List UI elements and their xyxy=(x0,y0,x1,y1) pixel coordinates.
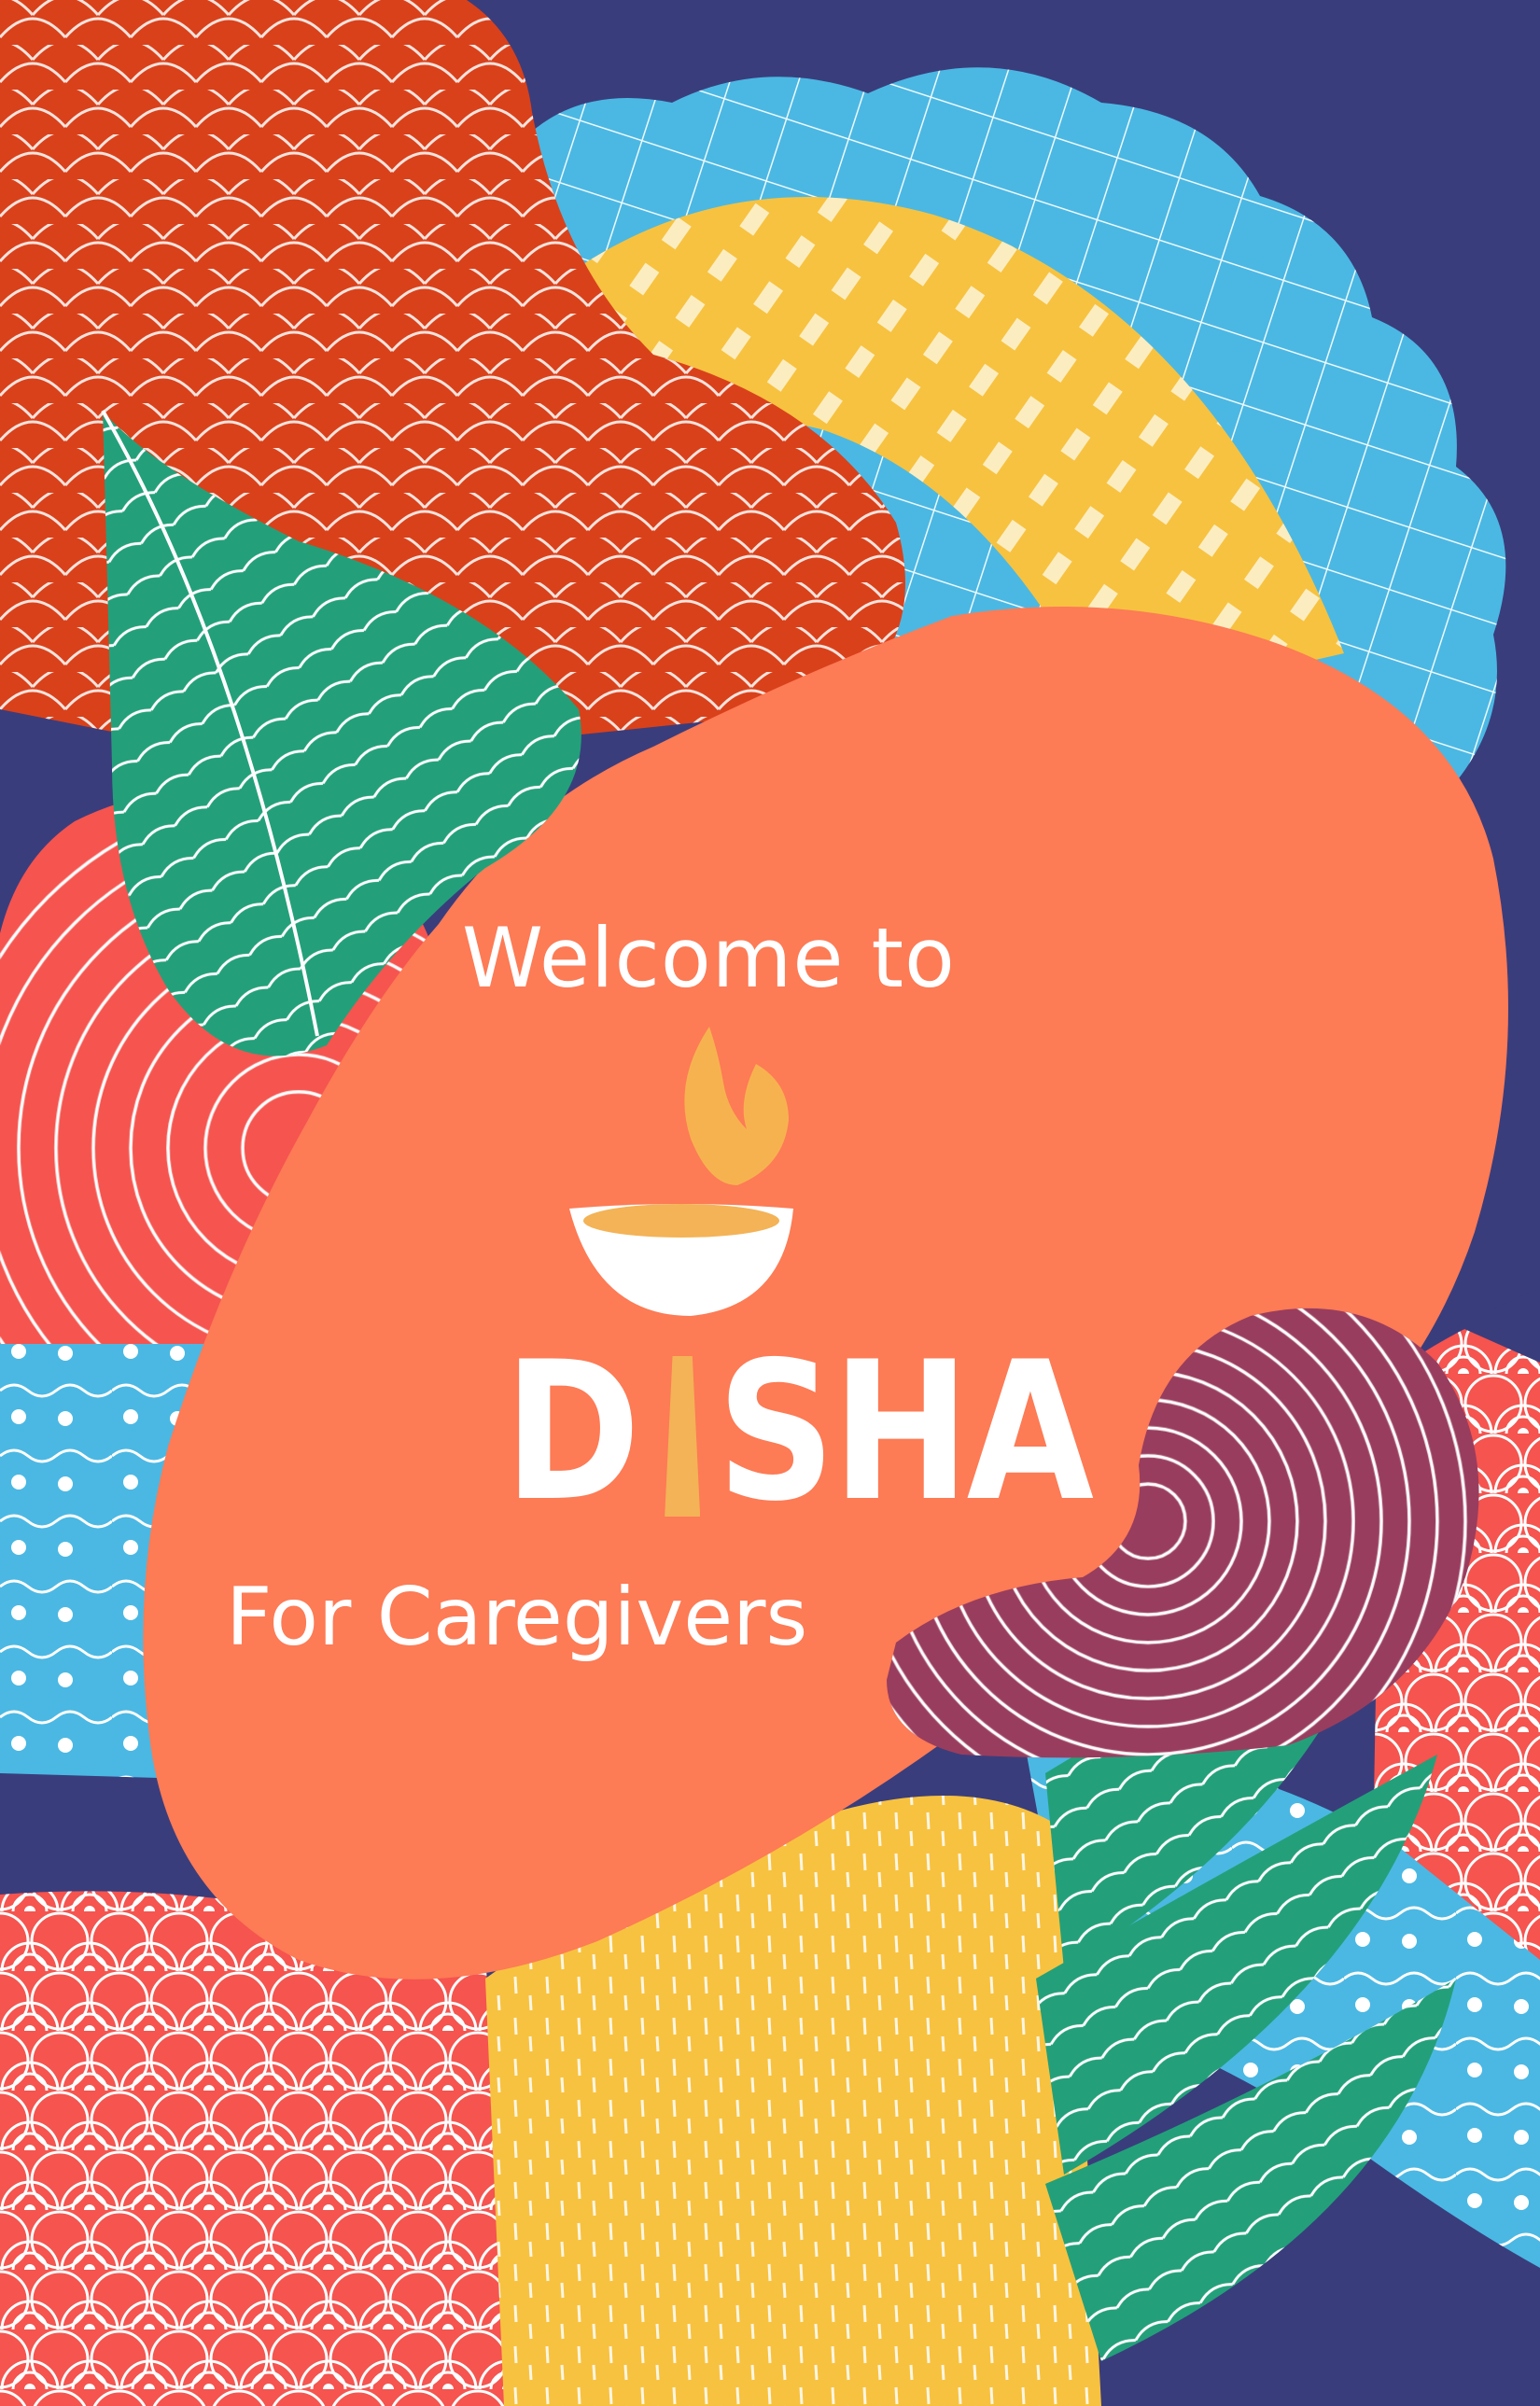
brand-letters-sha: SHA xyxy=(717,1322,1094,1544)
welcome-text: Welcome to xyxy=(462,910,956,1006)
brand-letter-i-bar xyxy=(665,1356,701,1517)
splash-screen: Welcome to D SHA For Caregivers xyxy=(0,0,1540,2406)
brand-wordmark: D SHA xyxy=(504,1322,1152,1544)
brand-letter-d: D xyxy=(504,1322,640,1544)
diya-lamp-icon xyxy=(569,1027,793,1316)
subtitle-text: For Caregivers xyxy=(226,1571,808,1664)
